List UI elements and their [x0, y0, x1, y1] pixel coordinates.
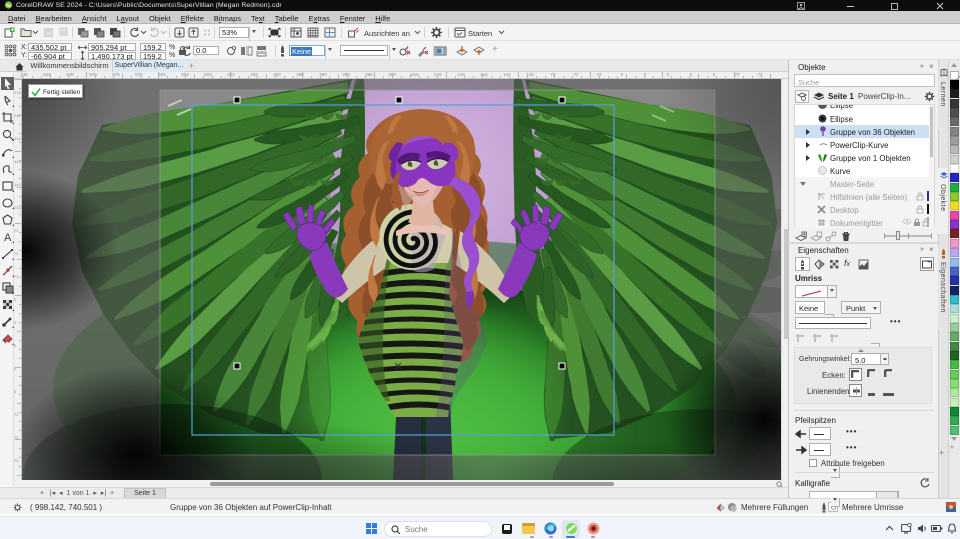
svg-text:A: A [4, 232, 12, 243]
